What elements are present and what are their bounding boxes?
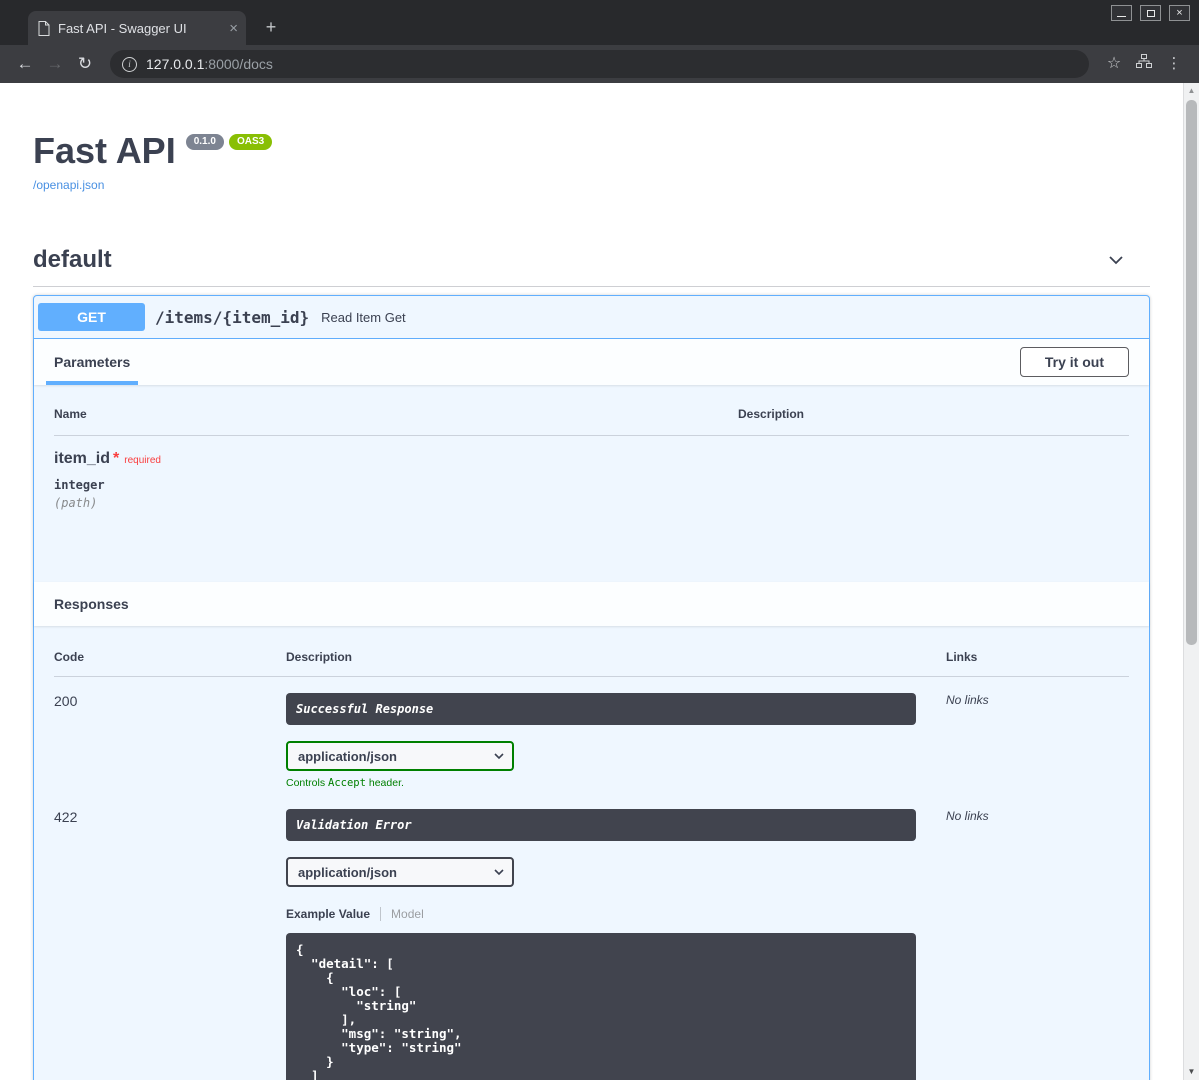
col-name-header: Name <box>54 407 738 421</box>
media-type-select-wrapper: application/json <box>286 741 514 771</box>
col-links-header: Links <box>946 650 1129 664</box>
page-favicon-icon <box>38 21 50 36</box>
tab-title: Fast API - Swagger UI <box>58 21 221 36</box>
param-location: (path) <box>54 496 738 510</box>
response-links: No links <box>946 809 1129 1080</box>
media-type-select-wrapper: application/json <box>286 857 514 887</box>
response-description: Validation Error <box>286 809 916 841</box>
url-host: 127.0.0.1 <box>146 56 204 72</box>
try-it-out-button[interactable]: Try it out <box>1020 347 1129 377</box>
responses-header: Responses <box>34 582 1149 626</box>
site-info-icon[interactable]: i <box>122 57 137 72</box>
back-icon[interactable]: ← <box>12 51 38 77</box>
maximize-icon <box>1147 10 1155 17</box>
close-icon: × <box>1176 8 1182 19</box>
page-scrollbar[interactable]: ▲ ▼ <box>1183 83 1199 1080</box>
operation-path: /items/{item_id} <box>155 308 309 327</box>
col-description-header: Description <box>286 650 946 664</box>
parameters-table: Name Description item_id* required intege… <box>34 385 1149 582</box>
oas3-badge: OAS3 <box>229 134 272 150</box>
version-badge: 0.1.0 <box>186 134 224 150</box>
required-label: required <box>124 455 161 466</box>
response-description-cell: Successful Response application/json Con… <box>286 693 946 789</box>
response-row-200: 200 Successful Response application/json… <box>54 677 1129 789</box>
parameters-header: Parameters Try it out <box>34 339 1149 385</box>
maximize-button[interactable] <box>1140 5 1161 21</box>
media-type-select[interactable]: application/json <box>286 857 514 887</box>
method-badge: GET <box>38 303 145 331</box>
scroll-up-icon[interactable]: ▲ <box>1184 83 1199 99</box>
browser-chrome: Fast API - Swagger UI × + × ← → ↻ i 127.… <box>0 0 1199 83</box>
param-description-cell <box>738 449 1129 510</box>
tag-name: default <box>33 246 112 274</box>
operation-block-get: GET /items/{item_id} Read Item Get Param… <box>33 295 1150 1080</box>
parameters-table-head: Name Description <box>54 407 1129 436</box>
scrollbar-thumb[interactable] <box>1186 100 1197 645</box>
accept-note-code: Accept <box>328 777 366 789</box>
responses-table: Code Description Links 200 Successful Re… <box>34 626 1149 1080</box>
sitemap-icon[interactable] <box>1131 51 1157 77</box>
page-content: Fast API 0.1.0 OAS3 /openapi.json defaul… <box>0 83 1183 1080</box>
forward-icon: → <box>42 51 68 77</box>
param-name-text: item_id <box>54 450 110 467</box>
tag-section-header[interactable]: default <box>33 246 1150 287</box>
tab-model[interactable]: Model <box>381 907 424 921</box>
browser-menu-icon[interactable]: ⋮ <box>1161 51 1187 77</box>
titlebar: Fast API - Swagger UI × + × <box>0 0 1199 45</box>
chevron-down-icon[interactable] <box>1106 250 1126 270</box>
browser-toolbar: ← → ↻ i 127.0.0.1:8000/docs ☆ ⋮ <box>0 45 1199 83</box>
responses-heading: Responses <box>54 596 129 612</box>
new-tab-button[interactable]: + <box>260 16 282 38</box>
address-bar[interactable]: i 127.0.0.1:8000/docs <box>110 50 1089 78</box>
example-model-tabs: Example Value Model <box>286 907 946 921</box>
accept-header-note: Controls Accept header. <box>286 777 946 789</box>
parameter-row: item_id* required integer (path) <box>54 436 1129 510</box>
tab-close-icon[interactable]: × <box>229 21 238 36</box>
accept-note-prefix: Controls <box>286 777 328 789</box>
operation-summary[interactable]: GET /items/{item_id} Read Item Get <box>34 296 1149 339</box>
reload-icon[interactable]: ↻ <box>72 51 98 77</box>
tab-example-value[interactable]: Example Value <box>286 907 381 921</box>
url-text: 127.0.0.1:8000/docs <box>146 56 273 72</box>
required-asterisk: * <box>113 450 119 467</box>
param-type: integer <box>54 478 738 492</box>
close-button[interactable]: × <box>1169 5 1190 21</box>
responses-table-head: Code Description Links <box>54 650 1129 677</box>
response-description: Successful Response <box>286 693 916 725</box>
response-row-422: 422 Validation Error application/json <box>54 789 1129 1080</box>
url-path: :8000/docs <box>204 56 273 72</box>
response-description-cell: Validation Error application/json Exampl… <box>286 809 946 1080</box>
example-json: { "detail": [ { "loc": [ "string" ], "ms… <box>296 943 906 1080</box>
api-title: Fast API <box>33 133 176 169</box>
api-title-block: Fast API 0.1.0 OAS3 <box>33 133 1150 169</box>
media-type-select[interactable]: application/json <box>286 741 514 771</box>
response-code: 200 <box>54 693 286 789</box>
col-code-header: Code <box>54 650 286 664</box>
scroll-down-icon[interactable]: ▼ <box>1184 1064 1199 1080</box>
response-links: No links <box>946 693 1129 789</box>
minimize-button[interactable] <box>1111 5 1132 21</box>
bookmark-star-icon[interactable]: ☆ <box>1101 51 1127 77</box>
parameters-heading: Parameters <box>54 354 130 370</box>
col-description-header: Description <box>738 407 1129 421</box>
browser-tab[interactable]: Fast API - Swagger UI × <box>28 11 246 45</box>
param-name: item_id* required <box>54 449 738 471</box>
parameters-tab-indicator <box>46 381 138 385</box>
param-name-cell: item_id* required integer (path) <box>54 449 738 510</box>
response-code: 422 <box>54 809 286 1080</box>
api-badges: 0.1.0 OAS3 <box>186 134 272 150</box>
example-json-block: { "detail": [ { "loc": [ "string" ], "ms… <box>286 933 916 1080</box>
operation-description: Read Item Get <box>321 310 406 325</box>
minimize-icon <box>1117 16 1126 17</box>
accept-note-suffix: header. <box>366 777 404 789</box>
window-controls: × <box>1111 5 1190 21</box>
openapi-spec-link[interactable]: /openapi.json <box>33 178 104 192</box>
